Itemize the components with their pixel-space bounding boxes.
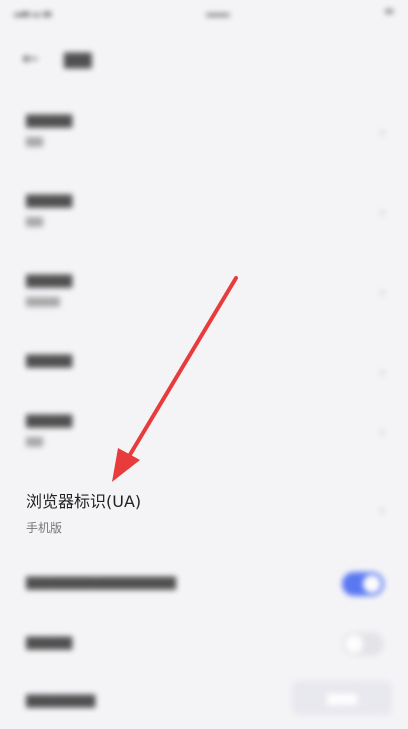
annotation-arrow (112, 276, 238, 482)
baidu-jingyan-watermark-icon: ▆▆▆ (292, 681, 392, 715)
